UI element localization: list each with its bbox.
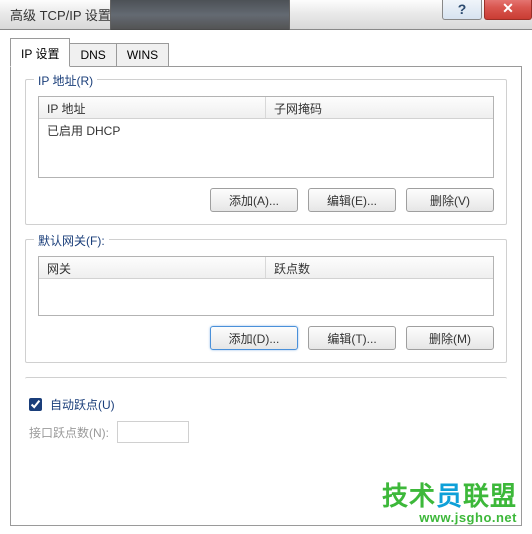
interface-metric-row: 接口跃点数(N):	[29, 421, 495, 443]
auto-metric-checkbox[interactable]	[29, 398, 42, 411]
gateways-list[interactable]: 网关 跃点数	[38, 256, 494, 316]
close-button[interactable]: ✕	[484, 0, 532, 20]
help-button[interactable]: ?	[442, 0, 482, 20]
gw-list-header: 网关 跃点数	[39, 257, 493, 279]
ip-edit-button[interactable]: 编辑(E)...	[308, 188, 396, 212]
auto-metric-row: 自动跃点(U)	[29, 396, 495, 413]
title-bar: 高级 TCP/IP 设置 ? ✕	[0, 0, 532, 30]
watermark: 技术员联盟 www.jsgho.net	[382, 482, 517, 525]
ip-addresses-group: IP 地址(R) IP 地址 子网掩码 已启用 DHCP 添加(A)... 编辑…	[25, 79, 507, 225]
ip-list-header: IP 地址 子网掩码	[39, 97, 493, 119]
col-subnet-mask[interactable]: 子网掩码	[266, 97, 493, 118]
gateways-legend: 默认网关(F):	[34, 232, 109, 249]
ip-addresses-legend: IP 地址(R)	[34, 72, 97, 89]
gw-buttons: 添加(D)... 编辑(T)... 删除(M)	[38, 326, 494, 350]
ip-add-button[interactable]: 添加(A)...	[210, 188, 298, 212]
metric-group: 自动跃点(U) 接口跃点数(N):	[25, 377, 507, 455]
interface-metric-label: 接口跃点数(N):	[29, 424, 109, 441]
tab-dns[interactable]: DNS	[69, 43, 116, 67]
gw-edit-button[interactable]: 编辑(T)...	[308, 326, 396, 350]
tab-body: IP 地址(R) IP 地址 子网掩码 已启用 DHCP 添加(A)... 编辑…	[10, 66, 522, 526]
watermark-brand: 技术员联盟	[382, 482, 517, 511]
titlebar-glass	[110, 0, 290, 30]
tab-strip: IP 设置 DNS WINS	[10, 38, 522, 67]
default-gateways-group: 默认网关(F): 网关 跃点数 添加(D)... 编辑(T)... 删除(M)	[25, 239, 507, 363]
tab-ip-settings[interactable]: IP 设置	[10, 38, 70, 67]
window-controls: ? ✕	[440, 0, 532, 20]
col-metric[interactable]: 跃点数	[266, 257, 493, 278]
gw-remove-button[interactable]: 删除(M)	[406, 326, 494, 350]
gw-add-button[interactable]: 添加(D)...	[210, 326, 298, 350]
tab-wins[interactable]: WINS	[116, 43, 169, 67]
ip-remove-button[interactable]: 删除(V)	[406, 188, 494, 212]
ip-buttons: 添加(A)... 编辑(E)... 删除(V)	[38, 188, 494, 212]
auto-metric-label: 自动跃点(U)	[50, 396, 115, 413]
ip-addresses-list[interactable]: IP 地址 子网掩码 已启用 DHCP	[38, 96, 494, 178]
col-gateway[interactable]: 网关	[39, 257, 266, 278]
window-title: 高级 TCP/IP 设置	[10, 5, 111, 24]
list-item[interactable]: 已启用 DHCP	[39, 119, 493, 142]
col-ip-address[interactable]: IP 地址	[39, 97, 266, 118]
content-area: IP 设置 DNS WINS IP 地址(R) IP 地址 子网掩码 已启用 D…	[0, 30, 532, 534]
interface-metric-input	[117, 421, 189, 443]
